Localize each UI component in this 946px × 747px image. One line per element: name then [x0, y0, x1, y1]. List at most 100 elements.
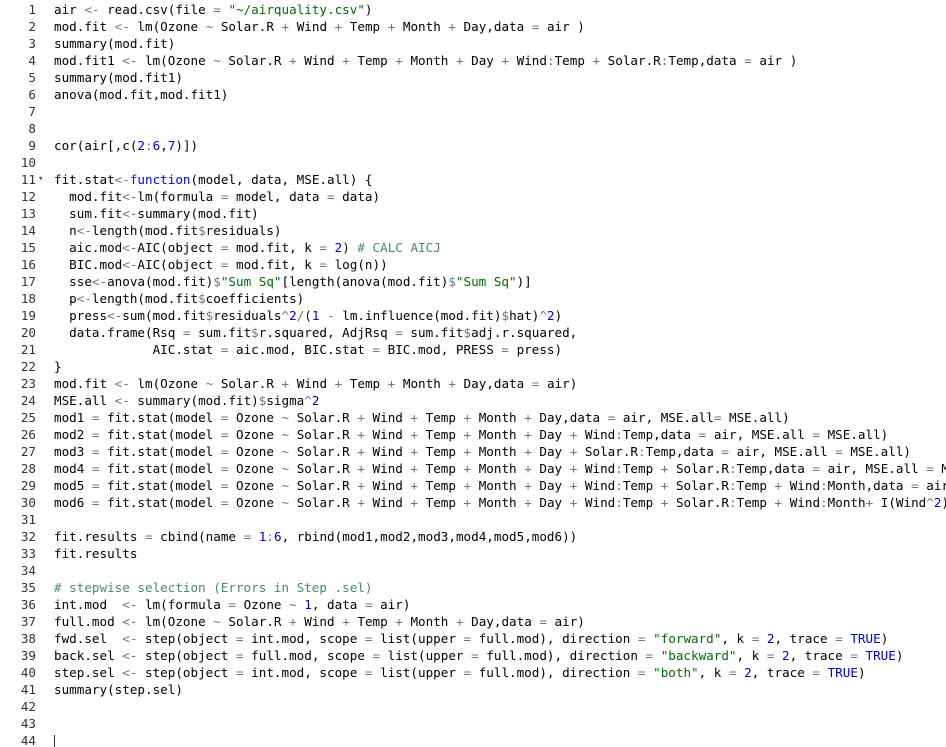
code-line[interactable]: 21 AIC.stat = aic.mod, BIC.stat = BIC.mo… [0, 341, 946, 358]
line-number: 6 [28, 87, 36, 102]
code-token: : [145, 138, 153, 153]
code-line[interactable]: 32 fit.results = cbind(name = 1:6, rbind(… [0, 528, 946, 545]
code-line[interactable]: 2 mod.fit <- lm(Ozone ~ Solar.R + Wind + … [0, 18, 946, 35]
code-line[interactable]: 34 [0, 562, 946, 579]
code-line[interactable]: 36 int.mod <- lm(formula = Ozone ~ 1, dat… [0, 596, 946, 613]
code-line[interactable]: 25 mod1 = fit.stat(model = Ozone ~ Solar.… [0, 409, 946, 426]
code-token: ^ [539, 308, 547, 323]
code-line[interactable]: 42 [0, 698, 946, 715]
code-token: = [91, 410, 100, 425]
code-token: lm.influence(mod.fit) [334, 308, 502, 323]
code-token: + [524, 461, 532, 476]
code-token: = [744, 53, 752, 68]
code-token: = [213, 2, 221, 17]
code-line[interactable]: 15 aic.mod<-AIC(object = mod.fit, k = 2)… [0, 239, 946, 256]
code-token: Solar.R [289, 444, 358, 459]
code-token: Month [395, 376, 449, 391]
code-line[interactable]: 14 n<-length(mod.fit$residuals) [0, 222, 946, 239]
code-token: Day [531, 444, 570, 459]
line-number: 36 [20, 597, 36, 612]
code-line[interactable]: 44 [0, 732, 946, 747]
code-token: AIC(object [137, 240, 221, 255]
line-number: 3 [28, 36, 36, 51]
line-number: 31 [20, 512, 36, 527]
code-token: n [54, 223, 77, 238]
code-token: Wind [296, 614, 343, 629]
code-text: mod.fit <- lm(Ozone ~ Solar.R + Wind + T… [54, 375, 577, 392]
code-line[interactable]: 3 summary(mod.fit) [0, 35, 946, 52]
code-token: + [395, 53, 403, 68]
code-line[interactable]: 23 mod.fit <- lm(Ozone ~ Solar.R + Wind +… [0, 375, 946, 392]
line-number: 40 [20, 665, 36, 680]
code-text: mod.fit<-lm(formula = model, data = data… [54, 188, 380, 205]
code-text: mod2 = fit.stat(model = Ozone ~ Solar.R … [54, 426, 888, 443]
line-number: 27 [20, 444, 36, 459]
code-line[interactable]: 33 fit.results [0, 545, 946, 562]
code-line[interactable]: 12 mod.fit<-lm(formula = model, data = d… [0, 188, 946, 205]
code-line[interactable]: 37 full.mod <- lm(Ozone ~ Solar.R + Wind … [0, 613, 946, 630]
code-line[interactable]: 11 ▾ fit.stat<-function(model, data, MSE.a… [0, 171, 946, 188]
code-token: Day,data [455, 19, 532, 34]
code-line[interactable]: 41 summary(step.sel) [0, 681, 946, 698]
code-line[interactable]: 6 anova(mod.fit,mod.fit1) [0, 86, 946, 103]
code-line[interactable]: 22} [0, 358, 946, 375]
code-token: = [812, 665, 820, 680]
fold-arrow-icon[interactable]: ▾ [38, 171, 46, 188]
code-token: Temp [349, 53, 396, 68]
code-line[interactable]: 35 # stepwise selection (Errors in Step .… [0, 579, 946, 596]
code-token: ^ [926, 495, 934, 510]
line-number: 8 [28, 121, 36, 136]
code-token: Temp [736, 478, 775, 493]
code-token: coefficients) [205, 291, 305, 306]
line-number: 30 [20, 495, 36, 510]
code-line[interactable]: 1 air <- read.csv(file = "~/airquality.cs… [0, 1, 946, 18]
code-line[interactable]: 5 summary(mod.fit1) [0, 69, 946, 86]
code-line[interactable]: 30 mod6 = fit.stat(model = Ozone ~ Solar.… [0, 494, 946, 511]
code-line[interactable]: 18 p<-length(mod.fit$coefficients) [0, 290, 946, 307]
code-line[interactable]: 27 mod3 = fit.stat(model = Ozone ~ Solar.… [0, 443, 946, 460]
code-line[interactable]: 16 BIC.mod<-AIC(object = mod.fit, k = lo… [0, 256, 946, 273]
code-line[interactable]: 39 back.sel <- step(object = full.mod, sc… [0, 647, 946, 664]
code-editor[interactable]: 1 air <- read.csv(file = "~/airquality.cs… [0, 0, 946, 747]
code-line[interactable]: 26 mod2 = fit.stat(model = Ozone ~ Solar.… [0, 426, 946, 443]
code-line[interactable]: 17 sse<-anova(mod.fit)$"Sum Sq"[length(a… [0, 273, 946, 290]
code-line[interactable]: 24 MSE.all <- summary(mod.fit)$sigma^2 [0, 392, 946, 409]
code-line[interactable]: 43 [0, 715, 946, 732]
code-line[interactable]: 29 mod5 = fit.stat(model = Ozone ~ Solar.… [0, 477, 946, 494]
code-token: list(upper [380, 648, 472, 663]
code-line[interactable]: 13 sum.fit<-summary(mod.fit) [0, 205, 946, 222]
line-number: 23 [20, 376, 36, 391]
code-line[interactable]: 19 press<-sum(mod.fit$residuals^2/(1 - l… [0, 307, 946, 324]
code-token: + [524, 410, 532, 425]
code-line[interactable]: 38 fwd.sel <- step(object = int.mod, scop… [0, 630, 946, 647]
code-line[interactable]: 10 [0, 154, 946, 171]
code-token: = [372, 648, 381, 663]
code-token: air, MSE.all [820, 461, 927, 476]
code-token: cor(air[,c( [54, 138, 138, 153]
code-line[interactable]: 7 [0, 103, 946, 120]
code-token: Temp [418, 461, 464, 476]
code-token: sum.fit [54, 206, 123, 221]
code-line[interactable]: 28 mod4 = fit.stat(model = Ozone ~ Solar.… [0, 460, 946, 477]
code-line[interactable]: 8 [0, 120, 946, 137]
code-token: <- [122, 189, 138, 204]
code-line[interactable]: 4 mod.fit1 <- lm(Ozone ~ Solar.R + Wind +… [0, 52, 946, 69]
code-line[interactable]: 20 data.frame(Rsq = sum.fit$r.squared, A… [0, 324, 946, 341]
code-token: , k [736, 648, 767, 663]
code-token: fit.stat(model [99, 495, 221, 510]
code-token: : [266, 529, 274, 544]
code-text: sse<-anova(mod.fit)$"Sum Sq"[length(anov… [54, 273, 532, 290]
code-line[interactable]: 9 cor(air[,c(2:6,7)]) [0, 137, 946, 154]
code-token: Wind [289, 19, 335, 34]
code-token: ~ [281, 410, 290, 425]
code-token: TRUE [827, 665, 858, 680]
code-token: Wind [509, 53, 547, 68]
code-token: <- [91, 274, 108, 289]
code-token: Ozone [228, 410, 282, 425]
line-number: 22 [20, 359, 36, 374]
code-line[interactable]: 40 step.sel <- step(object = int.mod, sco… [0, 664, 946, 681]
code-line[interactable]: 31 [0, 511, 946, 528]
line-number: 29 [20, 478, 36, 493]
code-text: summary(mod.fit) [54, 35, 175, 52]
